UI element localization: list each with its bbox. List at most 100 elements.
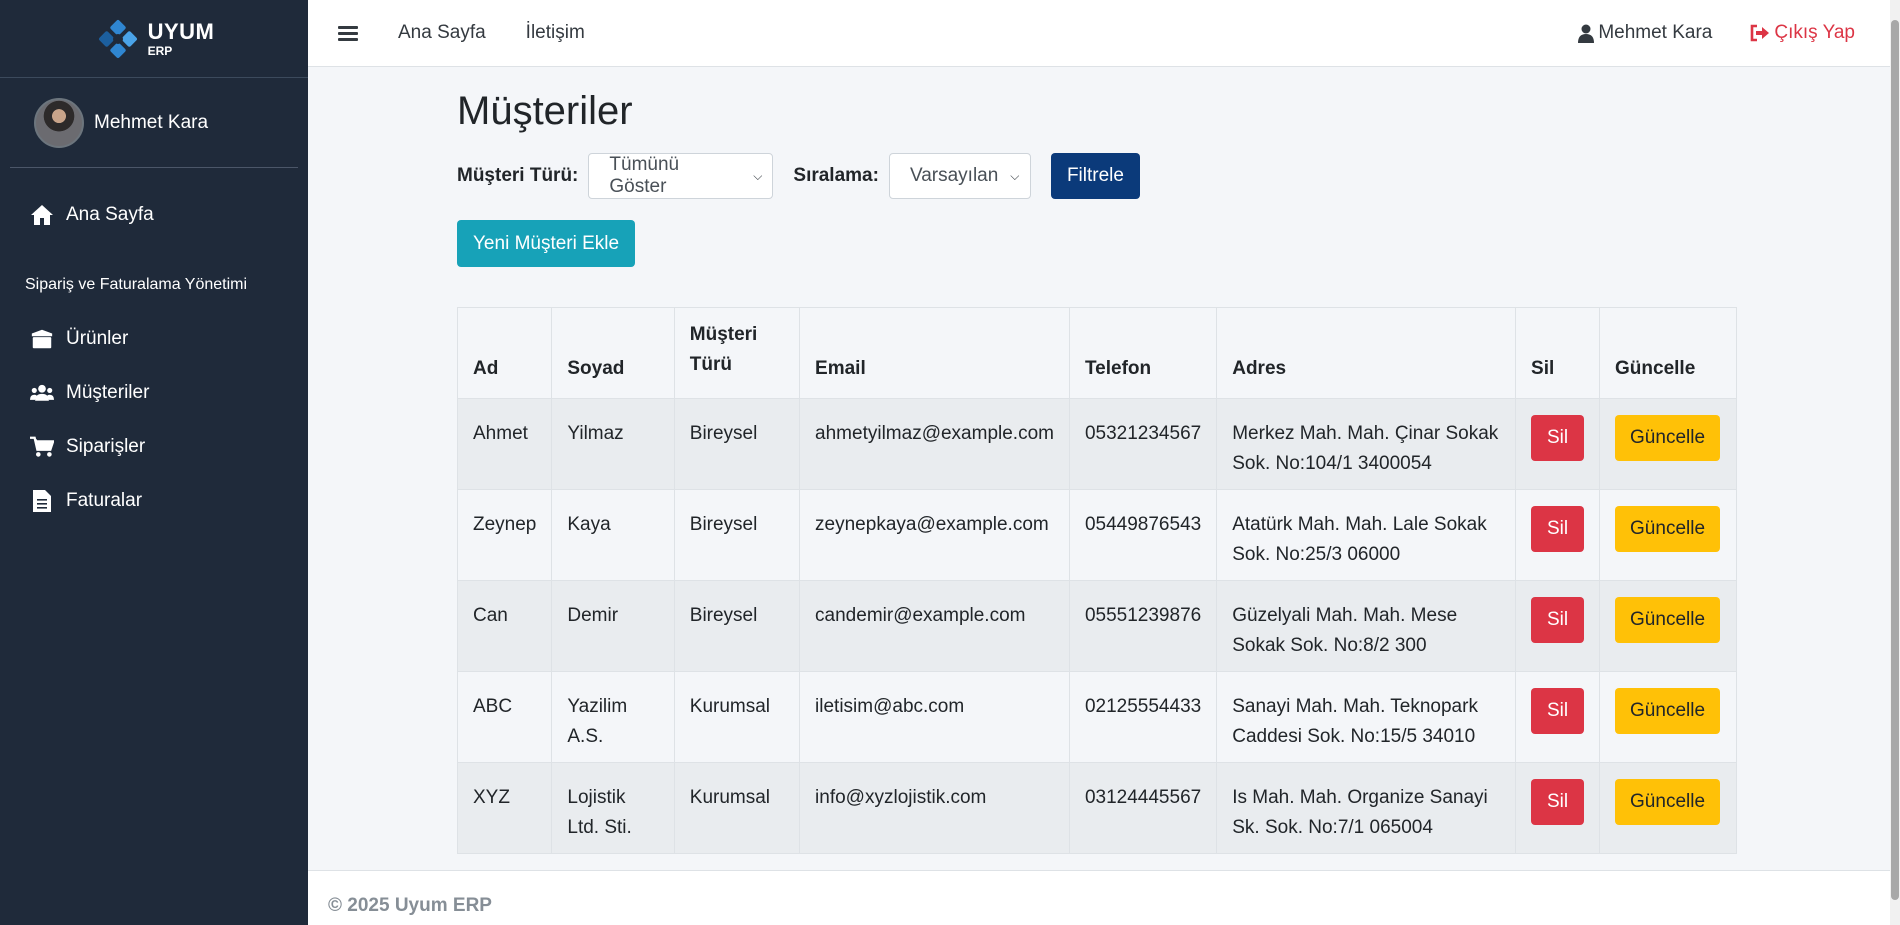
delete-button[interactable]: Sil: [1531, 506, 1585, 552]
filter-button[interactable]: Filtrele: [1050, 153, 1140, 199]
invoice-icon: [30, 489, 54, 513]
column-header: Telefon: [1068, 307, 1218, 399]
cell-first-name: XYZ: [456, 762, 553, 854]
chevron-down-icon: ⌵: [753, 168, 763, 183]
sort-value: Varsayılan: [909, 165, 999, 186]
delete-button[interactable]: Sil: [1531, 415, 1585, 461]
customer-type-select[interactable]: Tümünü Göster ⌵: [588, 153, 774, 199]
home-icon: [30, 203, 54, 227]
customer-type-label: Müşteri Türü:: [457, 165, 579, 186]
sidebar-nav: Ana Sayfa Sipariş ve Faturalama Yönetimi…: [0, 168, 308, 528]
uyum-logo-icon: [94, 15, 142, 63]
cell-email: iletisim@abc.com: [799, 671, 1070, 763]
cell-customer-type: Kurumsal: [673, 762, 801, 854]
cell-update: Güncelle: [1599, 671, 1737, 763]
table-header-row: Ad Soyad Müşteri Türü Email Telefon Adre…: [456, 307, 1737, 399]
column-header: Müşteri Türü: [673, 307, 801, 399]
sidebar-item-label: Faturalar: [66, 490, 143, 511]
scrollbar-thumb[interactable]: [1891, 20, 1899, 900]
cell-address: Atatürk Mah. Mah. Lale Sokak Sok. No:25/…: [1216, 489, 1517, 581]
cell-customer-type: Bireysel: [673, 398, 801, 490]
update-button[interactable]: Güncelle: [1615, 688, 1721, 734]
cell-address: Merkez Mah. Mah. Çinar Sokak Sok. No:104…: [1216, 398, 1517, 490]
cell-email: info@xyzlojistik.com: [799, 762, 1070, 854]
cell-email: candemir@example.com: [799, 580, 1070, 672]
table-row: XYZ Lojistik Ltd. Sti. Kurumsal info@xyz…: [456, 762, 1737, 854]
cart-icon: [30, 435, 54, 459]
brand[interactable]: UYUM ERP: [0, 0, 308, 78]
update-button[interactable]: Güncelle: [1615, 506, 1721, 552]
sidebar-item-products[interactable]: Ürünler: [0, 312, 308, 366]
chevron-down-icon: ⌵: [1010, 168, 1020, 183]
update-button[interactable]: Güncelle: [1615, 415, 1721, 461]
user-panel[interactable]: Mehmet Kara: [10, 78, 298, 168]
add-customer-button[interactable]: Yeni Müşteri Ekle: [457, 220, 636, 267]
cell-address: Güzelyali Mah. Mah. Mese Sokak Sok. No:8…: [1216, 580, 1517, 672]
cell-delete: Sil: [1515, 671, 1601, 763]
delete-button[interactable]: Sil: [1531, 779, 1585, 825]
table-row: Can Demir Bireysel candemir@example.com …: [456, 580, 1737, 672]
top-navbar: Ana Sayfa İletişim Mehmet Kara Çıkış Yap: [308, 0, 1890, 67]
page-scrollbar[interactable]: [1890, 0, 1900, 925]
cell-customer-type: Bireysel: [673, 489, 801, 581]
top-user-name: Mehmet Kara: [1598, 22, 1713, 43]
main-content: Müşteriler Müşteri Türü: Tümünü Göster ⌵…: [456, 67, 1737, 854]
cell-last-name: Yilmaz: [551, 398, 675, 490]
sidebar-item-invoices[interactable]: Faturalar: [0, 474, 308, 528]
sidebar-item-label: Ana Sayfa: [66, 204, 154, 225]
page-title: Müşteriler: [457, 89, 633, 133]
cell-phone: 02125554433: [1068, 671, 1218, 763]
cell-delete: Sil: [1515, 762, 1601, 854]
delete-button[interactable]: Sil: [1531, 688, 1585, 734]
sidebar-item-orders[interactable]: Siparişler: [0, 420, 308, 474]
cell-customer-type: Bireysel: [673, 580, 801, 672]
cell-phone: 05449876543: [1068, 489, 1218, 581]
cell-last-name: Demir: [551, 580, 675, 672]
cell-phone: 05321234567: [1068, 398, 1218, 490]
top-link-home[interactable]: Ana Sayfa: [398, 22, 486, 44]
cell-phone: 03124445567: [1068, 762, 1218, 854]
cell-delete: Sil: [1515, 580, 1601, 672]
footer: © 2025 Uyum ERP: [308, 870, 1890, 925]
cell-first-name: ABC: [456, 671, 553, 763]
box-icon: [30, 327, 54, 351]
update-button[interactable]: Güncelle: [1615, 779, 1721, 825]
cell-email: zeynepkaya@example.com: [799, 489, 1070, 581]
cell-update: Güncelle: [1599, 580, 1737, 672]
top-link-contact[interactable]: İletişim: [526, 22, 585, 44]
menu-toggle-icon[interactable]: [338, 23, 358, 44]
cell-last-name: Kaya: [551, 489, 675, 581]
column-header: Ad: [456, 307, 553, 399]
cell-address: Is Mah. Mah. Organize Sanayi Sk. Sok. No…: [1216, 762, 1517, 854]
logout-icon: [1751, 24, 1770, 42]
sort-label: Sıralama:: [793, 165, 879, 186]
column-header: Soyad: [551, 307, 675, 399]
sidebar-item-customers[interactable]: Müşteriler: [0, 366, 308, 420]
cell-customer-type: Kurumsal: [673, 671, 801, 763]
cell-delete: Sil: [1515, 398, 1601, 490]
sidebar-item-label: Müşteriler: [66, 382, 150, 403]
brand-name: UYUM: [147, 18, 215, 44]
column-header: Adres: [1216, 307, 1517, 399]
user-icon: [1578, 24, 1595, 43]
sidebar: UYUM ERP Mehmet Kara Ana Sayfa Sipariş v…: [0, 0, 308, 925]
sort-select[interactable]: Varsayılan ⌵: [888, 153, 1031, 199]
cell-delete: Sil: [1515, 489, 1601, 581]
logout-label: Çıkış Yap: [1774, 22, 1855, 43]
cell-first-name: Can: [456, 580, 553, 672]
update-button[interactable]: Güncelle: [1615, 597, 1721, 643]
users-icon: [30, 381, 54, 405]
customer-type-value: Tümünü Göster: [609, 154, 680, 197]
cell-first-name: Zeynep: [456, 489, 553, 581]
logout-button[interactable]: Çıkış Yap: [1750, 22, 1855, 44]
cell-email: ahmetyilmaz@example.com: [799, 398, 1070, 490]
cell-last-name: Yazilim A.S.: [551, 671, 675, 763]
top-user-menu[interactable]: Mehmet Kara: [1578, 22, 1712, 44]
delete-button[interactable]: Sil: [1531, 597, 1585, 643]
sidebar-user-name: Mehmet Kara: [94, 111, 209, 133]
table-row: ABC Yazilim A.S. Kurumsal iletisim@abc.c…: [456, 671, 1737, 763]
column-header: Güncelle: [1599, 307, 1737, 399]
cell-last-name: Lojistik Ltd. Sti.: [551, 762, 675, 854]
table-row: Ahmet Yilmaz Bireysel ahmetyilmaz@exampl…: [456, 398, 1737, 490]
sidebar-item-home[interactable]: Ana Sayfa: [0, 188, 308, 242]
